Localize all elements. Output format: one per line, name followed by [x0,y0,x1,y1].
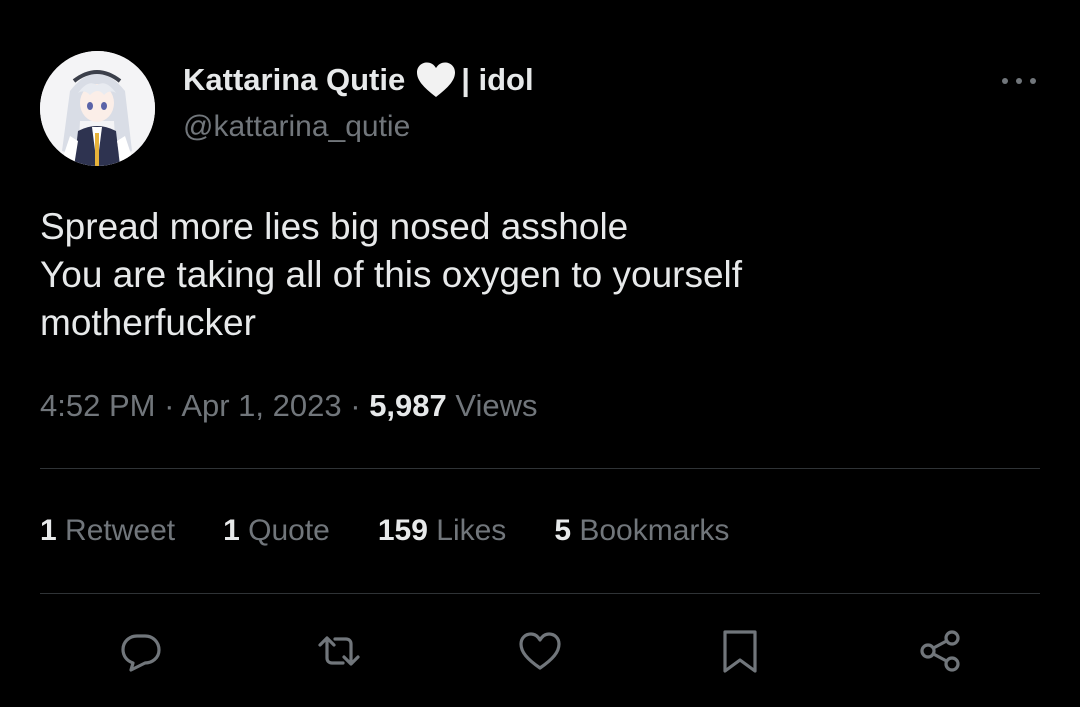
retweet-button[interactable] [316,628,362,674]
views-label: Views [455,388,538,423]
meta-separator: · [350,388,361,423]
author-name-row: Kattarina Qutie | idol [183,58,534,102]
stat-label: Retweet [65,514,176,547]
stat-count: 1 [40,514,57,547]
tweet-text: Spread more lies big nosed asshole You a… [40,203,1040,347]
stat-bookmarks[interactable]: 5 Bookmarks [554,514,729,548]
avatar[interactable] [40,51,155,166]
stat-count: 1 [223,514,240,547]
tweet-text-line: motherfucker [40,302,256,343]
tweet-date[interactable]: Apr 1, 2023 [181,388,341,423]
tweet-text-line: Spread more lies big nosed asshole [40,206,629,247]
stat-quotes[interactable]: 1 Quote [223,514,330,548]
meta-separator: · [164,388,175,423]
author-handle[interactable]: @kattarina_qutie [183,110,410,144]
stat-label: Likes [436,514,507,547]
white-heart-icon [415,61,457,99]
engagement-stats: 1 Retweet 1 Quote 159 Likes 5 Bookmarks [40,510,777,552]
anime-avatar-image [40,51,155,166]
stat-likes[interactable]: 159 Likes [378,514,506,548]
stat-label: Quote [248,514,330,547]
tweet-meta: 4:52 PM · Apr 1, 2023 · 5,987 Views [40,385,538,427]
more-options-button[interactable] [996,66,1042,96]
stat-count: 159 [377,514,428,547]
tweet-detail: Kattarina Qutie | idol @kattarina_qutie … [0,0,1080,707]
share-button[interactable] [917,628,963,674]
divider [40,468,1040,469]
like-button[interactable] [517,628,563,674]
views-count: 5,987 [369,388,447,423]
reply-button[interactable] [118,628,164,674]
retweet-icon [318,636,360,666]
stat-count: 5 [554,514,571,547]
share-icon [920,630,960,672]
more-dots-icon [1002,78,1036,84]
tweet-time[interactable]: 4:52 PM [40,388,155,423]
author-display-name[interactable]: Kattarina Qutie [183,62,405,98]
bookmark-icon [723,630,757,673]
stat-retweets[interactable]: 1 Retweet [40,514,175,548]
reply-icon [121,634,161,672]
author-name-suffix: | idol [461,62,534,97]
divider [40,593,1040,594]
tweet-text-line: You are taking all of this oxygen to you… [40,254,743,295]
bookmark-button[interactable] [717,628,763,674]
like-heart-icon [519,632,561,670]
stat-label: Bookmarks [579,514,730,547]
